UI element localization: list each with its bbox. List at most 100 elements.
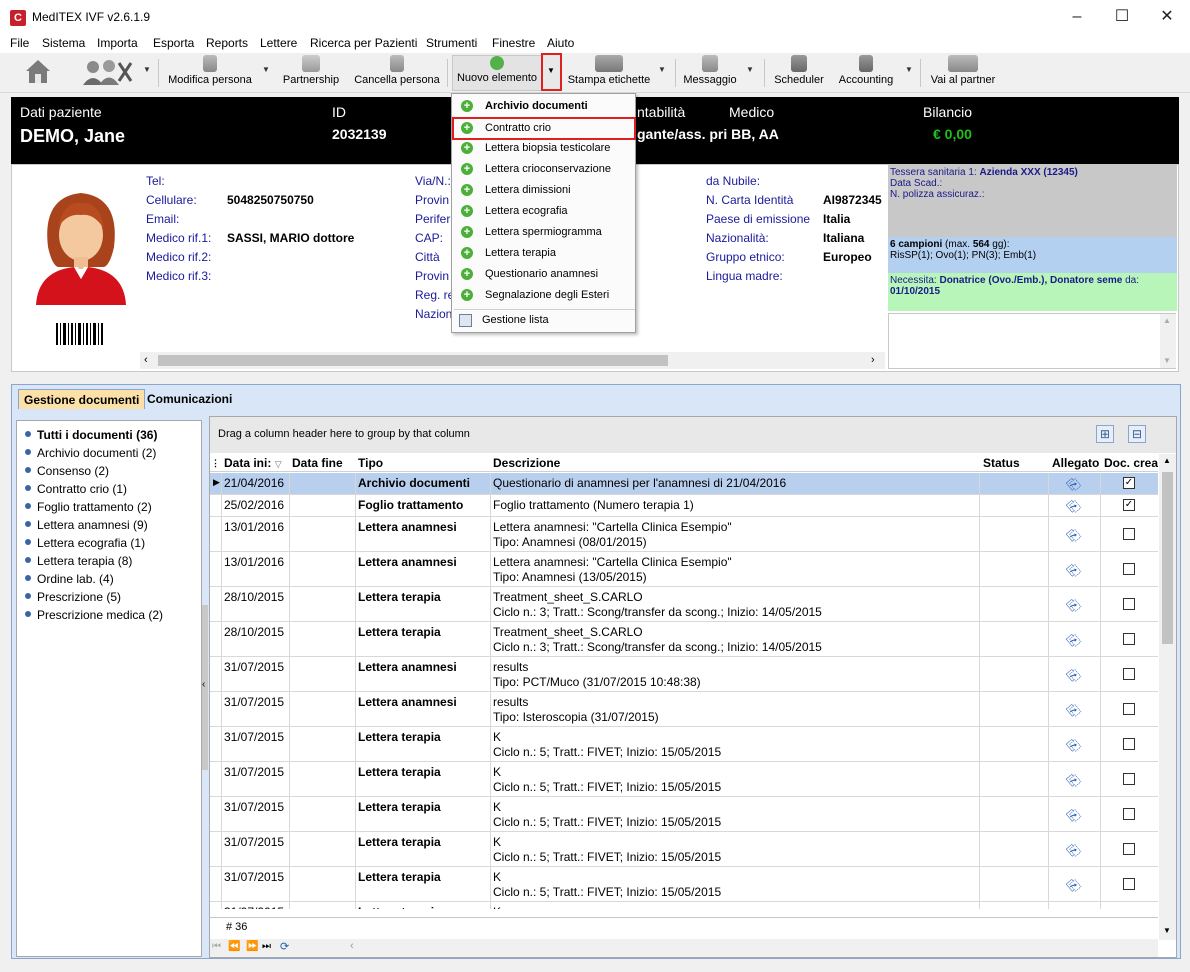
menu-aiuto[interactable]: Aiuto bbox=[547, 36, 574, 50]
scroll-right-icon[interactable]: › bbox=[871, 354, 875, 366]
close-button[interactable]: ✕ bbox=[1144, 0, 1190, 34]
partnership-button[interactable]: Partnership bbox=[280, 55, 342, 91]
paperclip-icon[interactable]: ⎘ bbox=[1064, 525, 1084, 545]
table-row[interactable]: 28/10/2015 Lettera terapia Treatment_sheet… bbox=[210, 622, 1158, 657]
refresh-icon[interactable]: ⟳ bbox=[280, 940, 289, 953]
paperclip-icon[interactable]: ⎘ bbox=[1064, 770, 1084, 790]
scroll-left-icon[interactable]: ‹ bbox=[144, 354, 148, 366]
menu-esporta[interactable]: Esporta bbox=[153, 36, 194, 50]
paperclip-icon[interactable]: ⎘ bbox=[1064, 735, 1084, 755]
nuovo-elemento-button[interactable]: Nuovo elemento bbox=[452, 55, 542, 91]
paperclip-icon[interactable]: ⎘ bbox=[1064, 665, 1084, 685]
tree-item[interactable]: Prescrizione (5) bbox=[25, 590, 121, 604]
stampa-dropdown-icon[interactable]: ▼ bbox=[658, 65, 666, 74]
menu-item[interactable]: + Lettera crioconservazione bbox=[454, 159, 635, 180]
menu-item[interactable]: + Lettera terapia bbox=[454, 243, 635, 264]
stampa-etichette-button[interactable]: Stampa etichette bbox=[566, 55, 652, 91]
menu-item[interactable]: + Lettera biopsia testicolare bbox=[454, 138, 635, 159]
paperclip-icon[interactable]: ⎘ bbox=[1064, 496, 1084, 516]
table-row[interactable]: 31/07/2015 Lettera anamnesi results Tipo: I… bbox=[210, 692, 1158, 727]
menu-finestre[interactable]: Finestre bbox=[492, 36, 535, 50]
paperclip-icon[interactable]: ⎘ bbox=[1064, 875, 1084, 895]
patient-hscrollbar[interactable]: ‹ › bbox=[140, 352, 885, 369]
paperclip-icon[interactable]: ⎘ bbox=[1064, 595, 1084, 615]
doc-creato-checkbox[interactable] bbox=[1123, 633, 1135, 645]
table-row[interactable]: 31/07/2015 Lettera terapia K Ciclo n.: 5; T… bbox=[210, 762, 1158, 797]
table-row[interactable]: 28/10/2015 Lettera terapia Treatment_sheet… bbox=[210, 587, 1158, 622]
table-row[interactable]: 31/07/2015 Lettera terapia K Ciclo n.: 5; T… bbox=[210, 867, 1158, 902]
column-chooser-icon[interactable]: ⋮ bbox=[211, 458, 220, 469]
menu-item[interactable]: + Segnalazione degli Esteri bbox=[454, 285, 635, 306]
accounting-dropdown-icon[interactable]: ▼ bbox=[905, 65, 913, 74]
menu-item[interactable]: + Questionario anamnesi bbox=[454, 264, 635, 285]
scroll-down-icon[interactable]: ▼ bbox=[1163, 356, 1171, 365]
paperclip-icon[interactable]: ⎘ bbox=[1064, 700, 1084, 720]
collapse-all-button[interactable]: ⊟ bbox=[1128, 425, 1146, 443]
tab-gestione-documenti[interactable]: Gestione documenti bbox=[18, 389, 146, 409]
menu-lettere[interactable]: Lettere bbox=[260, 36, 297, 50]
menu-file[interactable]: File bbox=[10, 36, 29, 50]
table-row[interactable]: 31/07/2015 Lettera terapia K Ciclo n.: 5; T… bbox=[210, 797, 1158, 832]
nuovo-elemento-dropdown-button[interactable]: ▼ bbox=[541, 53, 562, 91]
doc-creato-checkbox[interactable] bbox=[1123, 668, 1135, 680]
menu-item[interactable]: + Lettera ecografia bbox=[454, 201, 635, 222]
nav-last-icon[interactable]: ⏭ bbox=[262, 941, 271, 952]
menu-item-gestione-lista[interactable]: Gestione lista bbox=[454, 310, 635, 331]
doc-creato-checkbox[interactable] bbox=[1123, 703, 1135, 715]
maximize-button[interactable]: ☐ bbox=[1099, 0, 1145, 34]
scroll-left-icon[interactable]: ‹ bbox=[350, 940, 354, 952]
tree-item[interactable]: Consenso (2) bbox=[25, 464, 109, 478]
scroll-thumb[interactable] bbox=[1162, 472, 1173, 644]
tree-item[interactable]: Lettera terapia (8) bbox=[25, 554, 132, 568]
menu-item[interactable]: + Lettera dimissioni bbox=[454, 180, 635, 201]
home-button[interactable] bbox=[20, 55, 56, 91]
scroll-up-icon[interactable]: ▲ bbox=[1163, 456, 1171, 465]
tree-item[interactable]: Lettera ecografia (1) bbox=[25, 536, 145, 550]
doc-creato-checkbox[interactable] bbox=[1123, 598, 1135, 610]
messaggio-button[interactable]: Messaggio bbox=[680, 55, 740, 91]
doc-creato-checkbox[interactable]: ✓ bbox=[1123, 499, 1135, 511]
col-doc-creato[interactable]: Doc. crea bbox=[1104, 456, 1158, 470]
menu-item[interactable]: + Contratto crio bbox=[452, 117, 636, 140]
col-tipo[interactable]: Tipo bbox=[358, 456, 383, 470]
doc-creato-checkbox[interactable] bbox=[1123, 808, 1135, 820]
doc-creato-checkbox[interactable] bbox=[1123, 528, 1135, 540]
nav-prev-icon[interactable]: ⏪ bbox=[228, 941, 240, 952]
table-row[interactable]: 31/07/2015 Lettera anamnesi results Tipo: P… bbox=[210, 657, 1158, 692]
notes-box[interactable]: ▲ ▼ bbox=[888, 313, 1176, 369]
doc-creato-checkbox[interactable] bbox=[1123, 843, 1135, 855]
table-row[interactable]: 31/07/2015 Lettera terapia K Ciclo n.: 5; T… bbox=[210, 727, 1158, 762]
col-descrizione[interactable]: Descrizione bbox=[493, 456, 560, 470]
scroll-down-icon[interactable]: ▼ bbox=[1163, 926, 1171, 935]
menu-item[interactable]: + Archivio documenti bbox=[454, 96, 635, 117]
nav-first-icon[interactable]: ⏮ bbox=[212, 941, 221, 952]
modifica-persona-button[interactable]: Modifica persona bbox=[165, 55, 255, 91]
doc-creato-checkbox[interactable] bbox=[1123, 878, 1135, 890]
doc-creato-checkbox[interactable] bbox=[1123, 738, 1135, 750]
tree-item[interactable]: Foglio trattamento (2) bbox=[25, 500, 152, 514]
messaggio-dropdown-icon[interactable]: ▼ bbox=[746, 65, 754, 74]
cancella-persona-button[interactable]: Cancella persona bbox=[352, 55, 442, 91]
doc-creato-checkbox[interactable]: ✓ bbox=[1123, 477, 1135, 489]
tree-item[interactable]: Contratto crio (1) bbox=[25, 482, 127, 496]
tab-comunicazioni[interactable]: Comunicazioni bbox=[142, 389, 237, 409]
people-tools-button[interactable] bbox=[74, 55, 138, 91]
tree-item[interactable]: Ordine lab. (4) bbox=[25, 572, 114, 586]
notes-vscrollbar[interactable]: ▲ ▼ bbox=[1160, 314, 1176, 368]
col-status[interactable]: Status bbox=[983, 456, 1020, 470]
paperclip-icon[interactable]: ⎘ bbox=[1064, 630, 1084, 650]
accounting-button[interactable]: Accounting bbox=[834, 55, 898, 91]
nav-next-icon[interactable]: ⏩ bbox=[246, 941, 258, 952]
menu-strumenti[interactable]: Strumenti bbox=[426, 36, 477, 50]
vai-al-partner-button[interactable]: Vai al partner bbox=[928, 55, 998, 91]
paperclip-icon[interactable]: ⎘ bbox=[1064, 805, 1084, 825]
table-row[interactable]: 31/07/2015Lettera terapiaK⎘ bbox=[210, 902, 1158, 909]
menu-sistema[interactable]: Sistema bbox=[42, 36, 85, 50]
menu-ricerca-pazienti[interactable]: Ricerca per Pazienti bbox=[310, 36, 417, 50]
doc-creato-checkbox[interactable] bbox=[1123, 773, 1135, 785]
grid-vscrollbar[interactable]: ▲ ▼ bbox=[1159, 454, 1176, 940]
modifica-dropdown-icon[interactable]: ▼ bbox=[262, 65, 270, 74]
scroll-thumb[interactable] bbox=[158, 355, 668, 366]
table-row[interactable]: ▶ 21/04/2016 Archivio documenti Questionari… bbox=[210, 473, 1158, 495]
col-data-inizio[interactable]: Data ini: ▽ bbox=[224, 456, 282, 470]
